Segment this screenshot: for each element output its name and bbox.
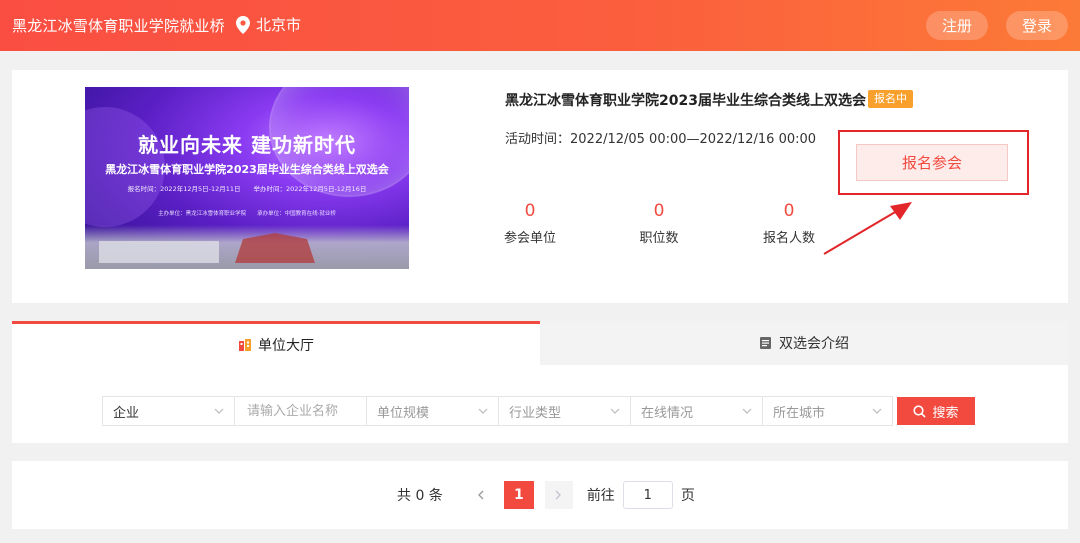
- stat-positions: 0 职位数: [619, 201, 699, 246]
- search-icon: [913, 404, 927, 418]
- banner-title: 就业向未来 建功新时代: [138, 133, 356, 157]
- online-status-select[interactable]: 在线情况: [630, 396, 763, 426]
- city-select[interactable]: 所在城市: [762, 396, 893, 426]
- pagination-section: 共 0 条 1 前往 页: [12, 461, 1068, 529]
- stat-label: 职位数: [639, 231, 679, 246]
- register-event-button[interactable]: 报名参会: [856, 144, 1008, 181]
- total-count: 共 0 条: [397, 488, 443, 504]
- tabs-section: 单位大厅 双选会介绍 企业 单位规模 行业类型 在线情况 所在城市: [12, 321, 1068, 443]
- search-label: 搜索: [932, 405, 959, 421]
- tab-label: 双选会介绍: [779, 336, 849, 352]
- tab-label: 单位大厅: [258, 337, 314, 354]
- stat-value: 0: [524, 201, 536, 221]
- chevron-down-icon: [610, 408, 620, 414]
- top-header: 黑龙江冰雪体育职业学院就业桥 北京市 注册 登录: [0, 0, 1080, 51]
- location-pin-icon: [236, 15, 250, 34]
- chevron-down-icon: [872, 408, 882, 414]
- stat-value: 0: [783, 201, 795, 221]
- company-name-input[interactable]: [234, 396, 367, 426]
- pagination: 共 0 条 1 前往 页: [397, 481, 695, 509]
- goto-label: 前往: [586, 488, 615, 504]
- site-brand[interactable]: 黑龙江冰雪体育职业学院就业桥: [12, 15, 225, 36]
- stat-value: 0: [653, 201, 665, 221]
- select-value: 行业类型: [509, 405, 562, 421]
- chevron-down-icon: [478, 408, 488, 414]
- location-label: 北京市: [256, 16, 302, 34]
- chevron-down-icon: [214, 408, 224, 414]
- page-unit-label: 页: [680, 488, 695, 504]
- goto-page-input[interactable]: [622, 481, 673, 509]
- search-button[interactable]: 搜索: [897, 397, 975, 425]
- status-badge: 报名中: [868, 90, 913, 108]
- chevron-right-icon: [555, 490, 562, 500]
- unit-scale-select[interactable]: 单位规模: [366, 396, 499, 426]
- banner-building-graphic: [85, 225, 409, 269]
- select-value: 所在城市: [773, 405, 826, 421]
- select-value: 在线情况: [641, 405, 694, 421]
- building-icon: [239, 338, 251, 351]
- event-time: 活动时间：2022/12/05 00:00—2022/12/16 00:00: [505, 132, 817, 147]
- chevron-down-icon: [742, 408, 752, 414]
- tab-fair-introduction[interactable]: 双选会介绍: [540, 321, 1068, 365]
- document-icon: [760, 337, 771, 349]
- banner-organizers: 主办单位：黑龙江冰雪体育职业学院 承办单位：中国教育在线·就业桥: [158, 211, 336, 217]
- industry-select[interactable]: 行业类型: [498, 396, 631, 426]
- event-banner-image: 就业向未来 建功新时代 黑龙江冰雪体育职业学院2023届毕业生综合类线上双选会 …: [85, 87, 409, 269]
- banner-subtitle: 黑龙江冰雪体育职业学院2023届毕业生综合类线上双选会: [105, 163, 389, 176]
- filter-bar: 企业 单位规模 行业类型 在线情况 所在城市 搜索: [102, 396, 975, 426]
- next-page-button[interactable]: [544, 481, 573, 509]
- stat-label: 参会单位: [503, 231, 556, 246]
- stat-participating-units: 0 参会单位: [490, 201, 570, 246]
- event-card: 就业向未来 建功新时代 黑龙江冰雪体育职业学院2023届毕业生综合类线上双选会 …: [12, 70, 1068, 303]
- prev-page-button[interactable]: [467, 481, 495, 509]
- page-number-current[interactable]: 1: [503, 481, 534, 509]
- stat-registrants: 0 报名人数: [749, 201, 829, 246]
- login-button[interactable]: 登录: [1006, 11, 1068, 40]
- annotation-arrow-icon: [823, 202, 912, 255]
- stat-label: 报名人数: [762, 231, 815, 246]
- banner-times: 报名时间：2022年12月5日-12月11日 举办时间：2022年12月5日-1…: [127, 185, 367, 193]
- tab-unit-hall[interactable]: 单位大厅: [12, 321, 540, 365]
- company-type-select[interactable]: 企业: [102, 396, 235, 426]
- register-button[interactable]: 注册: [926, 11, 988, 40]
- select-value: 单位规模: [377, 405, 430, 421]
- chevron-left-icon: [478, 490, 484, 500]
- select-value: 企业: [113, 405, 140, 421]
- location-selector[interactable]: 北京市: [236, 14, 301, 35]
- event-title: 黑龙江冰雪体育职业学院2023届毕业生综合类线上双选会: [505, 93, 866, 109]
